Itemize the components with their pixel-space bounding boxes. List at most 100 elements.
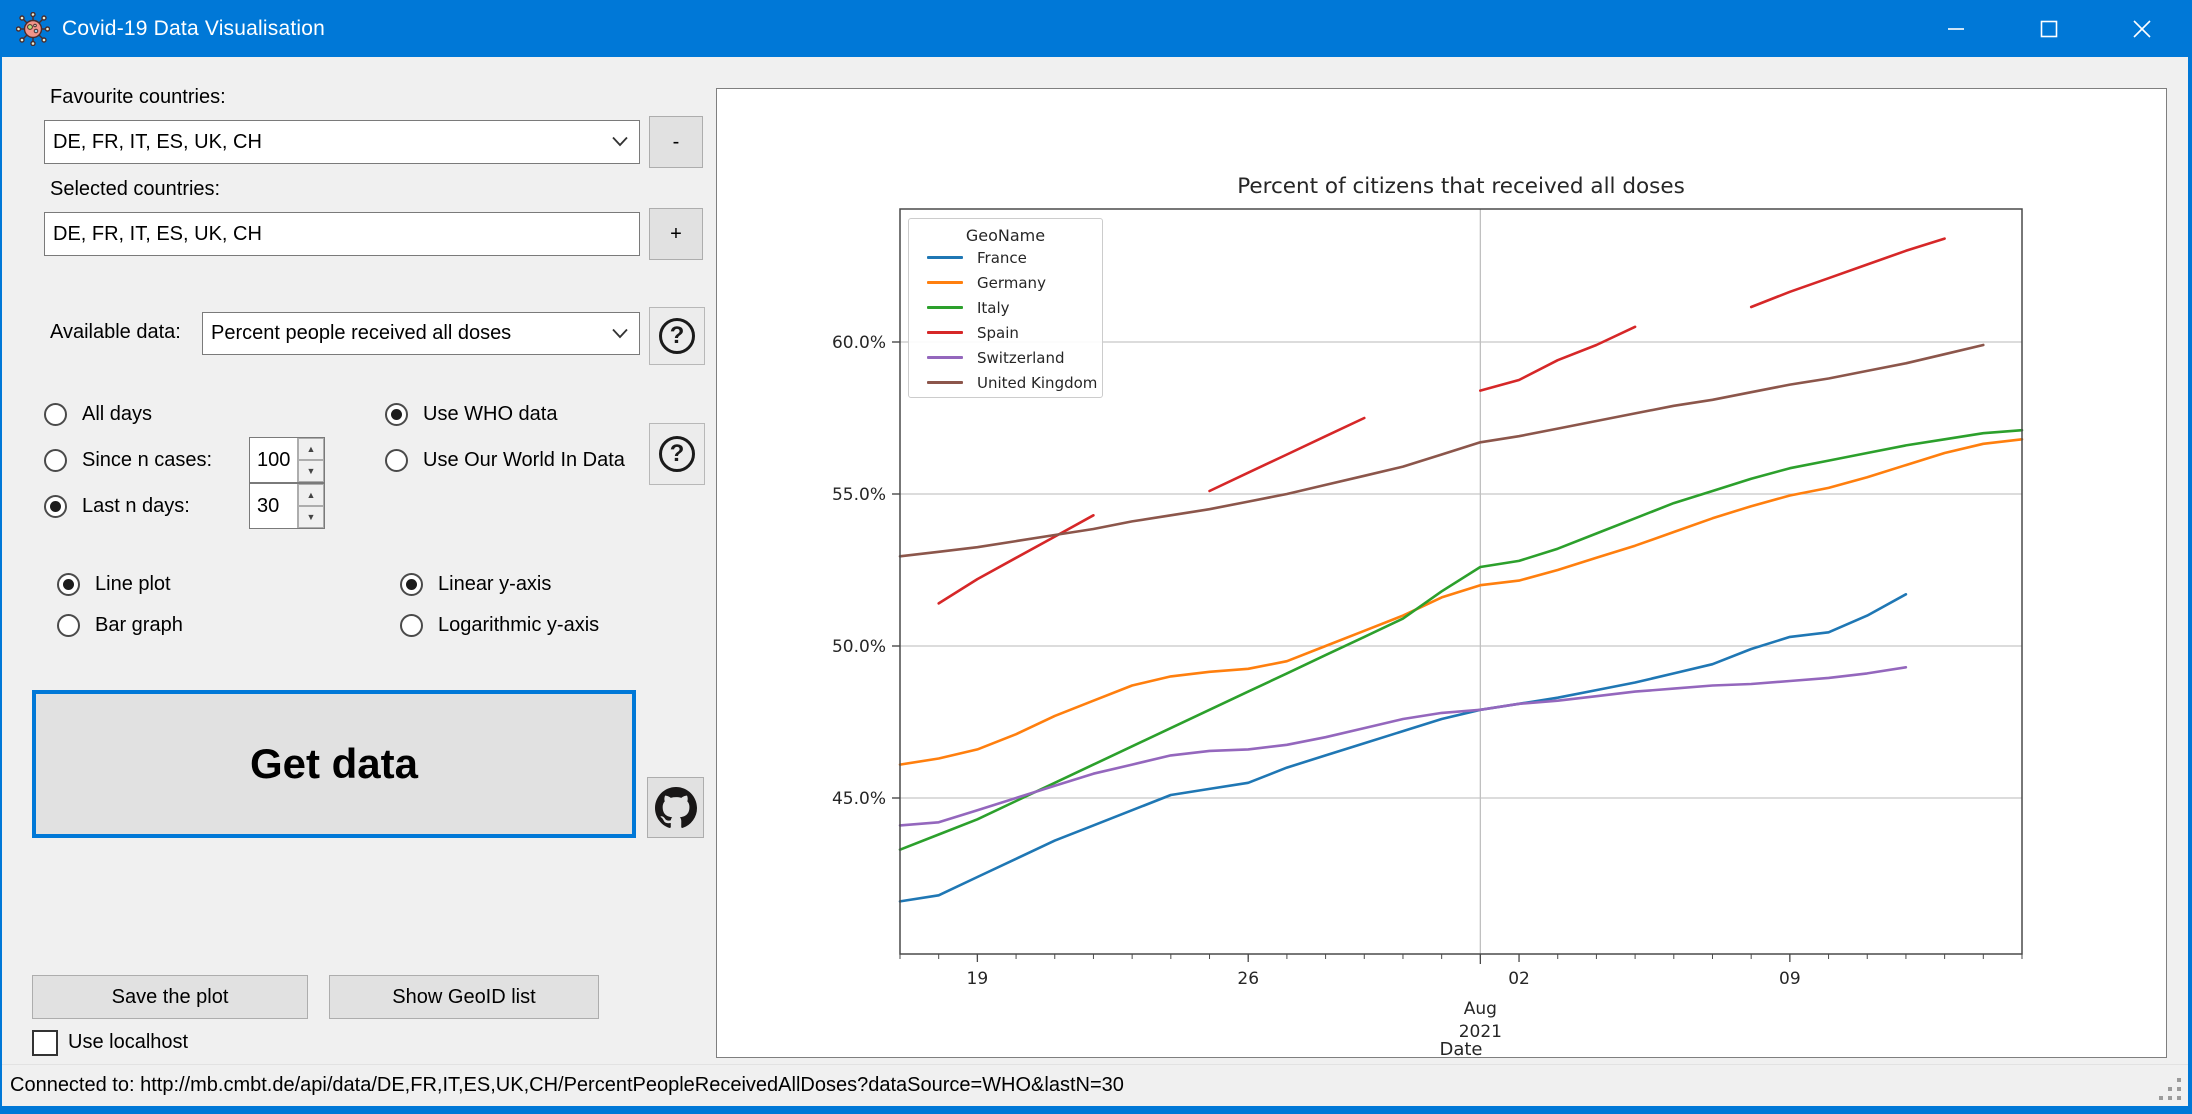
linear-y-axis-label: Linear y-axis — [438, 573, 551, 596]
selected-countries-label: Selected countries: — [50, 178, 220, 201]
use-localhost-label: Use localhost — [68, 1031, 188, 1054]
legend-label: Germany — [977, 274, 1046, 292]
main-area: Favourite countries: DE, FR, IT, ES, UK,… — [2, 57, 2188, 1064]
radio-row-since-n-cases: Since n cases: — [44, 447, 212, 474]
line-plot-radio[interactable] — [57, 573, 80, 596]
legend-swatch — [927, 256, 963, 259]
virus-icon — [16, 12, 50, 46]
github-button[interactable] — [647, 777, 704, 838]
legend-item: Germany — [909, 270, 1102, 295]
favourite-countries-label: Favourite countries: — [50, 86, 226, 109]
linear-y-axis-radio[interactable] — [400, 573, 423, 596]
bar-graph-radio[interactable] — [57, 614, 80, 637]
last-n-days-value: 30 — [250, 484, 297, 528]
log-y-axis-radio[interactable] — [400, 614, 423, 637]
maximize-button[interactable] — [2002, 0, 2095, 57]
save-plot-button[interactable]: Save the plot — [32, 975, 308, 1019]
legend-label: Spain — [977, 324, 1019, 342]
svg-text:Aug: Aug — [1464, 999, 1497, 1019]
svg-text:26: 26 — [1237, 969, 1259, 989]
legend-swatch — [927, 331, 963, 334]
log-y-axis-label: Logarithmic y-axis — [438, 614, 599, 637]
svg-text:50.0%: 50.0% — [832, 637, 886, 657]
resize-grip[interactable] — [2158, 1077, 2184, 1103]
legend-label: United Kingdom — [977, 374, 1097, 392]
show-geoid-button[interactable]: Show GeoID list — [329, 975, 599, 1019]
svg-text:19: 19 — [967, 969, 989, 989]
window-bottom-border — [2, 1106, 2188, 1114]
localhost-row: Use localhost — [32, 1029, 188, 1056]
chevron-down-icon — [611, 131, 629, 154]
close-button[interactable] — [2095, 0, 2188, 57]
legend-swatch — [927, 306, 963, 309]
radio-row-log-y: Logarithmic y-axis — [400, 612, 599, 639]
spinner-down-icon[interactable]: ▼ — [298, 460, 324, 482]
legend-item: Spain — [909, 320, 1102, 345]
favourite-countries-combobox[interactable]: DE, FR, IT, ES, UK, CH — [44, 120, 640, 164]
use-localhost-checkbox[interactable] — [32, 1030, 58, 1056]
since-n-cases-spinner[interactable]: 100 ▲▼ — [249, 437, 325, 483]
chart-panel: Percent of citizens that received all do… — [716, 88, 2167, 1058]
bar-graph-label: Bar graph — [95, 614, 183, 637]
line-plot-label: Line plot — [95, 573, 171, 596]
legend-title: GeoName — [909, 226, 1102, 245]
remove-country-button[interactable]: - — [649, 116, 703, 168]
source-help-button[interactable]: ? — [649, 423, 705, 485]
use-who-data-label: Use WHO data — [423, 403, 557, 426]
svg-text:Percent of citizens that recei: Percent of citizens that received all do… — [1237, 174, 1685, 199]
favourite-countries-value: DE, FR, IT, ES, UK, CH — [53, 131, 262, 154]
last-n-days-spinner[interactable]: 30 ▲▼ — [249, 483, 325, 529]
window-title: Covid-19 Data Visualisation — [62, 17, 325, 41]
use-who-data-radio[interactable] — [385, 403, 408, 426]
all-days-radio[interactable] — [44, 403, 67, 426]
spinner-up-icon[interactable]: ▲ — [298, 438, 324, 460]
radio-row-last-n-days: Last n days: — [44, 493, 190, 520]
spinner-down-icon[interactable]: ▼ — [298, 506, 324, 528]
window-controls — [1909, 0, 2188, 57]
radio-row-who: Use WHO data — [385, 401, 557, 428]
legend-swatch — [927, 281, 963, 284]
last-n-days-label: Last n days: — [82, 495, 190, 518]
get-data-button[interactable]: Get data — [32, 690, 636, 838]
svg-text:45.0%: 45.0% — [832, 789, 886, 809]
spinner-up-icon[interactable]: ▲ — [298, 484, 324, 506]
legend-swatch — [927, 381, 963, 384]
svg-text:02: 02 — [1508, 969, 1530, 989]
status-bar: Connected to: http://mb.cmbt.de/api/data… — [2, 1064, 2188, 1106]
available-data-value: Percent people received all doses — [211, 322, 511, 345]
selected-countries-input[interactable] — [44, 212, 640, 256]
use-owid-label: Use Our World In Data — [423, 449, 625, 472]
data-help-button[interactable]: ? — [649, 307, 705, 365]
titlebar: Covid-19 Data Visualisation — [2, 0, 2188, 57]
all-days-label: All days — [82, 403, 152, 426]
available-data-label: Available data: — [50, 321, 181, 344]
legend-item: United Kingdom — [909, 370, 1102, 395]
radio-row-all-days: All days — [44, 401, 152, 428]
legend-item: France — [909, 245, 1102, 270]
radio-row-bar-graph: Bar graph — [57, 612, 183, 639]
since-n-cases-value: 100 — [250, 438, 297, 482]
legend-item: Italy — [909, 295, 1102, 320]
minimize-button[interactable] — [1909, 0, 2002, 57]
svg-text:Date: Date — [1439, 1039, 1482, 1058]
legend-item: Switzerland — [909, 345, 1102, 370]
question-mark-icon: ? — [659, 436, 695, 472]
app-window: Covid-19 Data Visualisation Favourite co… — [0, 0, 2192, 1114]
since-n-cases-radio[interactable] — [44, 449, 67, 472]
chevron-down-icon — [611, 322, 629, 345]
chart-legend: GeoName France Germany Italy Spain Switzerla… — [908, 218, 1103, 398]
svg-text:09: 09 — [1779, 969, 1801, 989]
available-data-combobox[interactable]: Percent people received all doses — [202, 312, 640, 355]
use-owid-radio[interactable] — [385, 449, 408, 472]
legend-swatch — [927, 356, 963, 359]
status-text: Connected to: http://mb.cmbt.de/api/data… — [10, 1074, 1124, 1097]
github-icon — [655, 787, 697, 829]
radio-row-linear-y: Linear y-axis — [400, 571, 551, 598]
radio-row-owid: Use Our World In Data — [385, 447, 625, 474]
legend-label: Italy — [977, 299, 1010, 317]
legend-label: France — [977, 249, 1027, 267]
legend-label: Switzerland — [977, 349, 1065, 367]
since-n-cases-label: Since n cases: — [82, 449, 212, 472]
add-country-button[interactable]: + — [649, 208, 703, 260]
last-n-days-radio[interactable] — [44, 495, 67, 518]
